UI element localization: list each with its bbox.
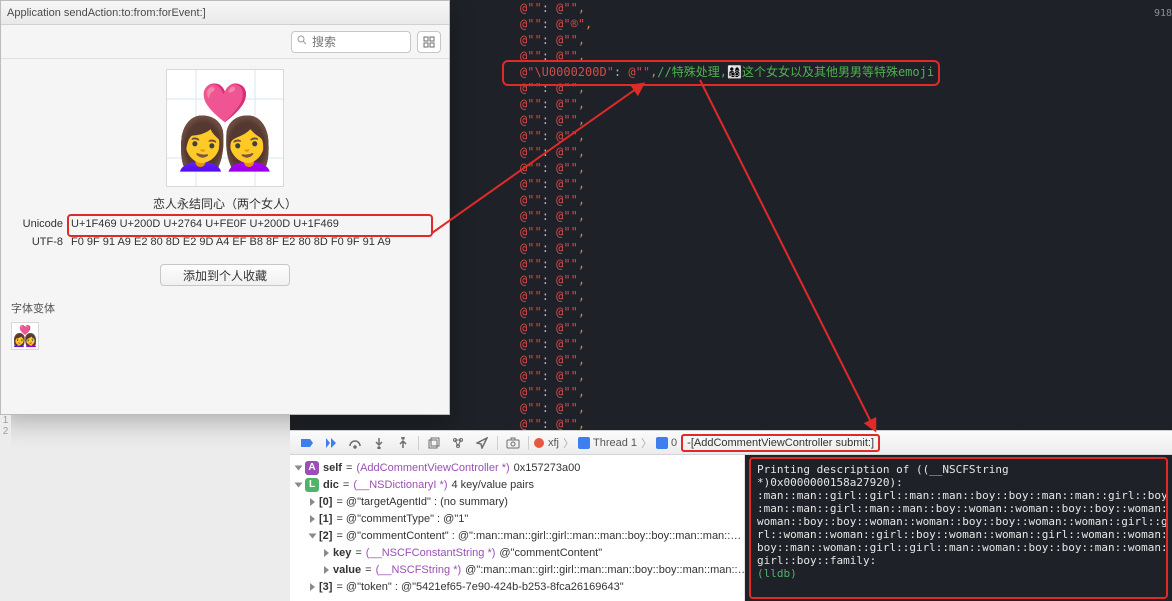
current-function[interactable]: -[AddCommentViewController submit:] xyxy=(681,434,880,452)
left-gutter: 1 2 xyxy=(0,415,11,455)
console-line: :man::man::girl::man::man::boy::woman::w… xyxy=(757,502,1160,515)
variable-row[interactable]: key = (__NSCFConstantString *) @"comment… xyxy=(290,544,744,561)
variable-row[interactable]: value = (__NSCFString *) @":man::man::gi… xyxy=(290,561,744,578)
code-line[interactable]: @"": @"", xyxy=(520,400,1172,416)
search-icon xyxy=(296,34,308,49)
code-line[interactable]: @"": @"", xyxy=(520,144,1172,160)
code-line[interactable]: @"": @"", xyxy=(520,224,1172,240)
variable-row[interactable]: Aself = (AddCommentViewController *) 0x1… xyxy=(290,459,744,476)
codepoint-label: Unicode xyxy=(11,218,63,230)
font-variant-cell[interactable]: 👩‍❤️‍👩 xyxy=(11,322,39,350)
code-line[interactable]: @"": @"", xyxy=(520,320,1172,336)
variable-row[interactable]: [3] = @"token" : @"5421ef65-7e90-424b-b2… xyxy=(290,578,744,595)
toggle-breakpoints-button[interactable] xyxy=(296,434,318,452)
code-line[interactable]: @"": @"", xyxy=(520,240,1172,256)
debug-toolbar: xfj 〉 Thread 1 〉 0 -[AddCommentViewContr… xyxy=(290,431,1172,455)
code-line[interactable]: @"": @"", xyxy=(520,112,1172,128)
codepoint-label: UTF-8 xyxy=(11,236,63,248)
simulate-location-button[interactable] xyxy=(471,434,493,452)
code-line[interactable]: @"": @"", xyxy=(520,416,1172,430)
code-line[interactable]: @"": @"", xyxy=(520,208,1172,224)
code-line[interactable]: @"": @"", xyxy=(520,272,1172,288)
disclosure-triangle-icon[interactable] xyxy=(324,549,329,557)
code-line[interactable]: @"": @"", xyxy=(520,176,1172,192)
code-line[interactable]: @"": @"", xyxy=(520,368,1172,384)
code-line[interactable]: @"\U0000200D": @"",//特殊处理,👨‍👩‍👧‍👦这个女女以及其… xyxy=(520,64,1172,80)
codepoint-table: Unicode U+1F469 U+200D U+2764 U+FE0F U+20… xyxy=(1,218,449,254)
code-line[interactable]: @"": @"", xyxy=(520,288,1172,304)
disclosure-triangle-icon[interactable] xyxy=(310,498,315,506)
code-line[interactable]: @"": @"", xyxy=(520,128,1172,144)
search-input[interactable] xyxy=(291,31,411,53)
console-pane[interactable]: Printing description of ((__NSCFString *… xyxy=(745,455,1172,601)
console-line: woman::boy::boy::woman::woman::boy::boy:… xyxy=(757,515,1160,528)
code-line[interactable]: @"": @"", xyxy=(520,352,1172,368)
code-line[interactable]: @"": @"", xyxy=(520,0,1172,16)
code-line[interactable]: @"": @"", xyxy=(520,336,1172,352)
disclosure-triangle-icon[interactable] xyxy=(324,566,329,574)
codepoint-value: F0 9F 91 A9 E2 80 8D E2 9D A4 EF B8 8F E… xyxy=(71,236,439,248)
emoji-preview: 👩‍❤️‍👩 xyxy=(166,69,284,187)
kind-badge: A xyxy=(305,461,319,475)
grid-toggle-button[interactable] xyxy=(417,31,441,53)
codepoint-row: UTF-8 F0 9F 91 A9 E2 80 8D E2 9D A4 EF B8… xyxy=(11,236,439,254)
step-out-button[interactable] xyxy=(392,434,414,452)
code-line[interactable]: @"": @"®", xyxy=(520,16,1172,32)
frame-icon xyxy=(656,437,668,449)
variant-section-title: 字体变体 xyxy=(11,300,439,316)
emoji-name: 恋人永结同心（两个女人） xyxy=(1,195,449,212)
variable-row[interactable]: [2] = @"commentContent" : @":man::man::g… xyxy=(290,527,744,544)
code-line[interactable]: @"": @"", xyxy=(520,256,1172,272)
step-into-button[interactable] xyxy=(368,434,390,452)
console-line: Printing description of ((__NSCFString *… xyxy=(757,463,1160,489)
code-line[interactable]: @"": @"", xyxy=(520,160,1172,176)
debug-view-hierarchy-button[interactable] xyxy=(423,434,445,452)
lldb-prompt[interactable]: (lldb) xyxy=(757,567,1160,580)
popover-toolbar xyxy=(1,25,449,59)
console-line: :man::man::girl::girl::man::man::boy::bo… xyxy=(757,489,1160,502)
step-over-button[interactable] xyxy=(344,434,366,452)
codepoint-value: U+1F469 U+200D U+2764 U+FE0F U+200D U+1F… xyxy=(71,218,439,230)
debug-panel: xfj 〉 Thread 1 〉 0 -[AddCommentViewContr… xyxy=(290,430,1172,601)
console-line: boy::man::woman::girl::girl::man::woman:… xyxy=(757,541,1160,554)
debug-memory-graph-button[interactable] xyxy=(447,434,469,452)
variable-row[interactable]: [1] = @"commentType" : @"1" xyxy=(290,510,744,527)
disclosure-triangle-icon[interactable] xyxy=(310,515,315,523)
jump-bar[interactable]: xfj 〉 Thread 1 〉 0 -[AddCommentViewContr… xyxy=(533,434,1166,452)
variable-row[interactable]: [0] = @"targetAgentId" : (no summary) xyxy=(290,493,744,510)
disclosure-triangle-icon[interactable] xyxy=(309,533,317,538)
codepoint-row: Unicode U+1F469 U+200D U+2764 U+FE0F U+20… xyxy=(11,218,439,236)
code-line[interactable]: @"": @"", xyxy=(520,304,1172,320)
console-line: rl::woman::woman::girl::boy::woman::woma… xyxy=(757,528,1160,541)
continue-button[interactable] xyxy=(320,434,342,452)
thread-icon xyxy=(578,437,590,449)
line-number: 2 xyxy=(0,426,11,437)
code-line[interactable]: @"": @"", xyxy=(520,32,1172,48)
code-line[interactable]: @"": @"", xyxy=(520,192,1172,208)
code-line[interactable]: @"": @"", xyxy=(520,96,1172,112)
console-output: Printing description of ((__NSCFString *… xyxy=(749,457,1168,599)
kind-badge: L xyxy=(305,478,319,492)
code-line[interactable]: @"": @"", xyxy=(520,384,1172,400)
disclosure-triangle-icon[interactable] xyxy=(295,465,303,470)
line-number: 1 xyxy=(0,415,11,426)
code-line[interactable]: @"": @"", xyxy=(520,80,1172,96)
variables-pane[interactable]: Aself = (AddCommentViewController *) 0x1… xyxy=(290,455,745,601)
doc-counter: 918 xyxy=(1154,8,1172,19)
disclosure-triangle-icon[interactable] xyxy=(310,583,315,591)
add-to-favorites-button[interactable]: 添加到个人收藏 xyxy=(160,264,290,286)
camera-icon[interactable] xyxy=(502,434,524,452)
console-line: girl::boy::family: xyxy=(757,554,1160,567)
variable-row[interactable]: Ldic = (__NSDictionaryI *) 4 key/value p… xyxy=(290,476,744,493)
disclosure-triangle-icon[interactable] xyxy=(295,482,303,487)
code-line[interactable]: @"": @"", xyxy=(520,48,1172,64)
search-field[interactable] xyxy=(312,35,406,49)
popover-title: Application sendAction:to:from:forEvent:… xyxy=(1,1,449,25)
character-info-popover: Application sendAction:to:from:forEvent:… xyxy=(0,0,450,415)
